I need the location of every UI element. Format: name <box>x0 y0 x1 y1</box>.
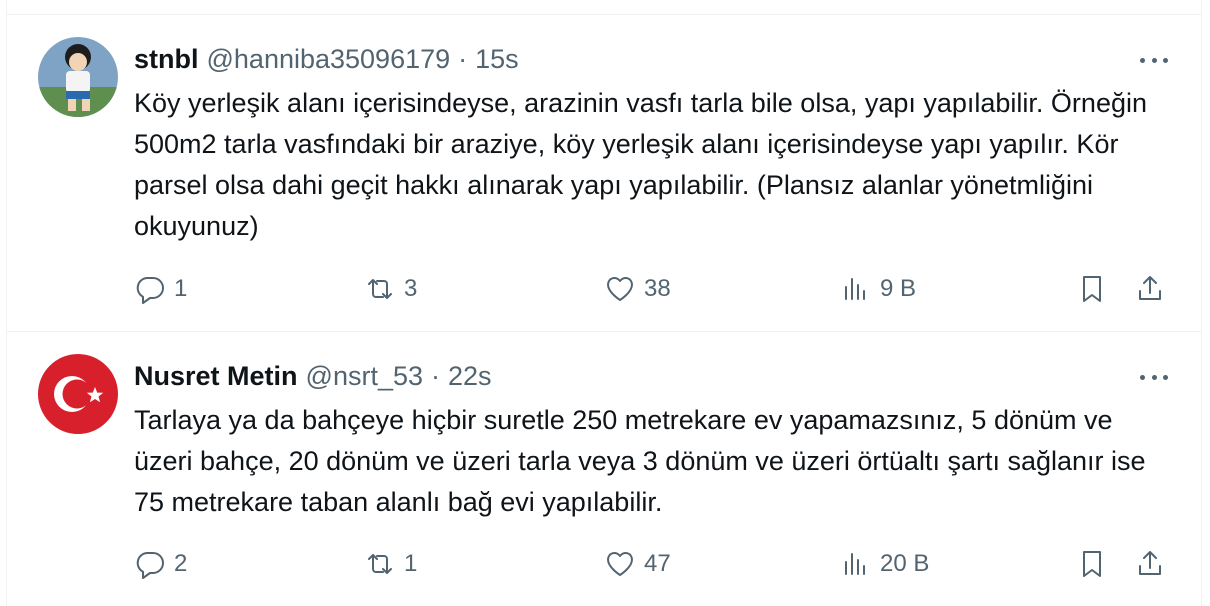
reply-count: 2 <box>174 550 188 577</box>
tweet-text: Köy yerleşik alanı içerisindeyse, arazin… <box>134 88 1147 241</box>
retweet-icon <box>368 554 392 574</box>
reply-button[interactable]: 2 <box>134 544 187 584</box>
tweet-actions: 2 1 47 20 B <box>134 544 1174 584</box>
retweet-count: 3 <box>404 275 418 302</box>
more-options-button[interactable] <box>1134 366 1174 388</box>
analytics-icon <box>845 553 865 575</box>
bookmark-button[interactable] <box>1076 544 1108 584</box>
views-button[interactable]: 20 B <box>840 544 929 584</box>
avatar[interactable] <box>38 37 118 117</box>
tweet-text: Tarlaya ya da bahçeye hiçbir suretle 250… <box>134 405 1146 517</box>
tweet[interactable]: stnbl @hanniba35096179 · 15s Köy yerleşi… <box>6 14 1202 332</box>
more-dots-icon <box>1140 57 1145 63</box>
like-button[interactable]: 38 <box>604 269 671 309</box>
views-count: 9 B <box>880 275 917 302</box>
like-button[interactable]: 47 <box>604 544 671 584</box>
heart-icon <box>606 276 634 301</box>
user-handle[interactable]: @hanniba35096179 <box>207 44 451 75</box>
separator-dot: · <box>431 360 440 391</box>
tweet[interactable]: Nusret Metin @nsrt_53 · 22s Tarlaya ya d… <box>6 332 1202 606</box>
tweet-actions: 1 3 38 9 B <box>134 269 1174 309</box>
retweet-count: 1 <box>404 550 418 577</box>
turkish-flag-avatar-icon <box>38 354 118 434</box>
timestamp[interactable]: 22s <box>448 361 492 392</box>
more-options-button[interactable] <box>1134 49 1174 71</box>
bookmark-icon <box>1083 551 1101 577</box>
like-count: 38 <box>644 275 671 302</box>
bookmark-icon <box>1083 276 1101 302</box>
share-icon <box>1139 551 1161 575</box>
share-button[interactable] <box>1134 269 1166 309</box>
like-count: 47 <box>644 550 671 577</box>
retweet-button[interactable]: 3 <box>364 269 417 309</box>
retweet-button[interactable]: 1 <box>364 544 417 584</box>
tweet-header: Nusret Metin @nsrt_53 · 22s <box>134 358 492 394</box>
share-button[interactable] <box>1134 544 1166 584</box>
user-handle[interactable]: @nsrt_53 <box>306 361 423 392</box>
heart-icon <box>606 551 634 576</box>
share-icon <box>1139 276 1161 300</box>
cartoon-soccer-player-avatar-icon <box>38 37 118 117</box>
separator-dot: · <box>458 43 468 74</box>
views-button[interactable]: 9 B <box>840 269 916 309</box>
bookmark-button[interactable] <box>1076 269 1108 309</box>
analytics-icon <box>845 278 865 300</box>
tweet-header: stnbl @hanniba35096179 · 15s <box>134 41 519 77</box>
avatar[interactable] <box>38 354 118 434</box>
reply-icon <box>136 552 164 579</box>
more-dots-icon <box>1140 374 1145 380</box>
views-count: 20 B <box>880 550 930 577</box>
reply-button[interactable]: 1 <box>134 269 187 309</box>
display-name[interactable]: Nusret Metin <box>134 361 298 392</box>
display-name[interactable]: stnbl <box>134 44 199 75</box>
timestamp[interactable]: 15s <box>475 44 519 75</box>
reply-count: 1 <box>174 275 188 302</box>
reply-icon <box>136 277 164 304</box>
retweet-icon <box>368 279 392 299</box>
